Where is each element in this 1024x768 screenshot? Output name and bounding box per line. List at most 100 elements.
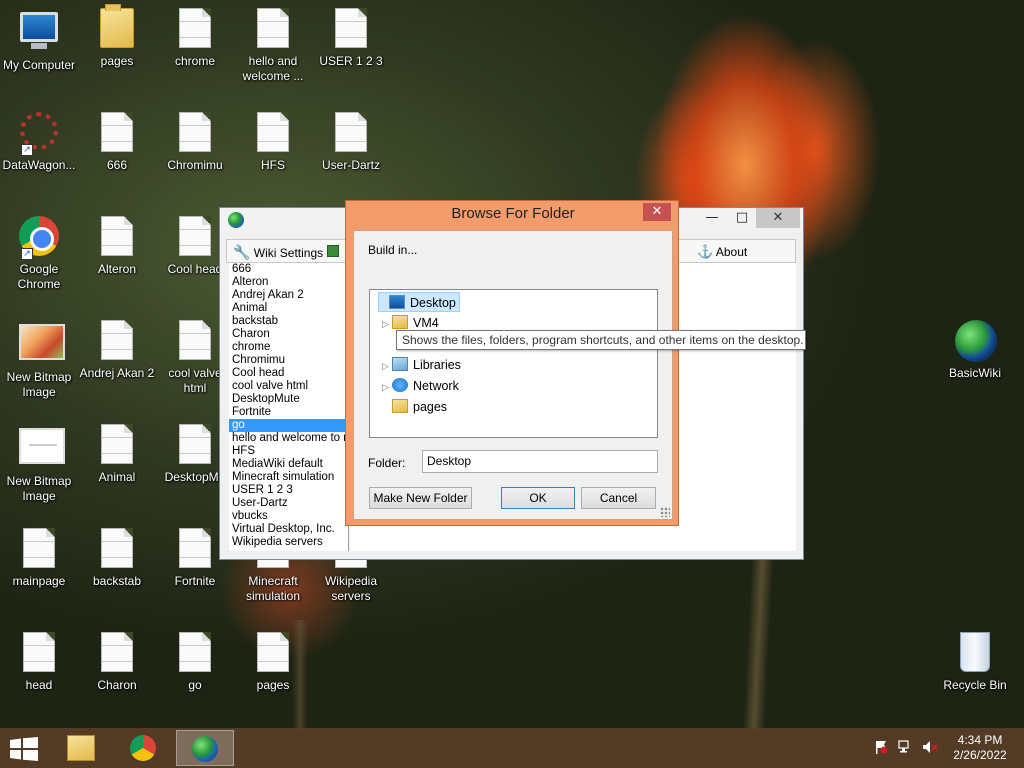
document-icon	[179, 632, 211, 672]
list-item[interactable]: Cool head	[229, 367, 348, 380]
action-center-flag-icon[interactable]	[874, 740, 888, 754]
desktop-icon-user-1-2-3[interactable]: USER 1 2 3	[312, 8, 390, 69]
desktop-icon-label: My Computer	[2, 58, 76, 72]
desktop-icon-hfs[interactable]: HFS	[234, 112, 312, 173]
desktop-icon-666[interactable]: 666	[78, 112, 156, 173]
list-item[interactable]: User-Dartz	[229, 497, 348, 510]
tree-node-pages[interactable]: pages	[378, 397, 447, 417]
user-folder-icon	[392, 315, 408, 329]
desktop-icon-new-bitmap-image[interactable]: New Bitmap Image	[0, 320, 78, 400]
list-item[interactable]: Animal	[229, 302, 348, 315]
desktop-icon-pages[interactable]: pages	[78, 4, 156, 69]
windows-start-icon[interactable]	[10, 737, 38, 761]
tree-node-desktop[interactable]: Desktop	[378, 292, 460, 312]
list-item[interactable]: vbucks	[229, 510, 348, 523]
recycle-bin-icon	[960, 632, 990, 672]
speaker-muted-icon[interactable]	[922, 740, 938, 754]
desktop-icon-charon[interactable]: Charon	[78, 632, 156, 693]
taskbar: 4:34 PM 2/26/2022	[0, 728, 1024, 768]
desktop-icon-label: BasicWiki	[948, 366, 1001, 380]
taskbar-file-explorer[interactable]	[52, 730, 110, 766]
about-button[interactable]: ⚓ About	[697, 242, 747, 262]
taskbar-chrome[interactable]	[114, 730, 172, 766]
expand-arrow-icon[interactable]: ▷	[382, 377, 392, 397]
list-item[interactable]: chrome	[229, 341, 348, 354]
network-icon[interactable]	[898, 740, 912, 754]
resize-grip[interactable]	[660, 507, 670, 517]
folder-tree[interactable]: Desktop ▷ VM4 ▷ Libraries ▷ Network pages	[369, 289, 658, 438]
list-item[interactable]: cool valve html	[229, 380, 348, 393]
document-icon	[179, 320, 211, 360]
list-item[interactable]: DesktopMute	[229, 393, 348, 406]
document-icon	[179, 216, 211, 256]
list-item[interactable]: Charon	[229, 328, 348, 341]
desktop-icon-my-computer[interactable]: My Computer	[0, 8, 78, 73]
list-item[interactable]: Andrej Akan 2	[229, 289, 348, 302]
list-item[interactable]: go	[229, 419, 348, 432]
desktop-icon	[389, 295, 405, 309]
desktop-icon-pages[interactable]: pages	[234, 632, 312, 693]
wiki-settings-label: Wiki Settings	[253, 246, 324, 260]
dialog-close-button[interactable]: ✕	[643, 203, 671, 221]
desktop-icon-chromimu[interactable]: Chromimu	[156, 112, 234, 173]
list-item[interactable]: Alteron	[229, 276, 348, 289]
tree-node-network[interactable]: ▷ Network	[378, 376, 459, 396]
maximize-button[interactable]: □	[727, 208, 757, 228]
document-icon	[257, 8, 289, 48]
minimize-button[interactable]: —	[697, 208, 727, 228]
tree-node-label: VM4	[413, 316, 439, 330]
folder-field[interactable]: Desktop	[422, 450, 658, 473]
desktop-icon-new-bitmap-image[interactable]: New Bitmap Image	[0, 424, 78, 504]
desktop-icon-label: hello and welcome ...	[242, 54, 304, 83]
desktop-icon-user-dartz[interactable]: User-Dartz	[312, 112, 390, 173]
desktop-icon-hello-and-welcome[interactable]: hello and welcome ...	[234, 8, 312, 84]
shortcut-arrow-icon: ↗	[21, 248, 33, 260]
tree-node-label: pages	[413, 400, 448, 414]
taskbar-basicwiki[interactable]	[176, 730, 234, 766]
desktop-icon-animal[interactable]: Animal	[78, 424, 156, 485]
list-item[interactable]: Wikipedia servers	[229, 536, 348, 549]
make-new-folder-button[interactable]: Make New Folder	[369, 487, 472, 509]
desktop-icon-alteron[interactable]: Alteron	[78, 216, 156, 277]
document-icon	[179, 424, 211, 464]
list-item[interactable]: backstab	[229, 315, 348, 328]
list-item[interactable]: 666	[229, 263, 348, 276]
desktop-icon-backstab[interactable]: backstab	[78, 528, 156, 589]
list-item[interactable]: Chromimu	[229, 354, 348, 367]
desktop-tooltip: Shows the files, folders, program shortc…	[396, 330, 806, 350]
cancel-button[interactable]: Cancel	[581, 487, 656, 509]
list-item[interactable]: HFS	[229, 445, 348, 458]
desktop-icon-chrome[interactable]: chrome	[156, 8, 234, 69]
desktop-icon-datawagon[interactable]: ↗ DataWagon...	[0, 112, 78, 173]
list-item[interactable]: hello and welcome to my	[229, 432, 348, 445]
expand-arrow-icon[interactable]: ▷	[382, 356, 392, 376]
list-item[interactable]: Fortnite	[229, 406, 348, 419]
desktop-icon-go[interactable]: go	[156, 632, 234, 693]
desktop-icon-google-chrome[interactable]: ↗ Google Chrome	[0, 216, 78, 292]
desktop-icon-head[interactable]: head	[0, 632, 78, 693]
document-icon	[179, 528, 211, 568]
bitmap-icon	[19, 324, 65, 360]
list-item[interactable]: MediaWiki default	[229, 458, 348, 471]
list-item[interactable]: Virtual Desktop, Inc.	[229, 523, 348, 536]
basicwiki-icon	[192, 736, 218, 762]
clock[interactable]: 4:34 PM 2/26/2022	[944, 733, 1016, 763]
desktop-icon-basicwiki[interactable]: BasicWiki	[936, 320, 1014, 381]
page-list[interactable]: 666 Alteron Andrej Akan 2 Animal backstab Cha…	[229, 263, 349, 551]
folder-label: Folder:	[368, 456, 406, 470]
tree-node-label: Desktop	[410, 296, 456, 310]
desktop-icon-andrej-akan-2[interactable]: Andrej Akan 2	[78, 320, 156, 381]
desktop-icon-recycle-bin[interactable]: Recycle Bin	[936, 632, 1014, 693]
tree-node-libraries[interactable]: ▷ Libraries	[378, 355, 461, 375]
close-button[interactable]: ✕	[756, 208, 800, 228]
ok-button[interactable]: OK	[501, 487, 575, 509]
document-icon	[179, 8, 211, 48]
list-item[interactable]: USER 1 2 3	[229, 484, 348, 497]
desktop-icon-label: chrome	[174, 54, 215, 68]
save-icon[interactable]	[327, 242, 341, 262]
desktop-icon-mainpage[interactable]: mainpage	[0, 528, 78, 589]
desktop-icon-label: mainpage	[12, 574, 66, 588]
expand-arrow-icon[interactable]: ▷	[382, 314, 392, 334]
list-item[interactable]: Minecraft simulation	[229, 471, 348, 484]
wiki-settings-button[interactable]: 🔧 Wiki Settings	[233, 242, 323, 262]
